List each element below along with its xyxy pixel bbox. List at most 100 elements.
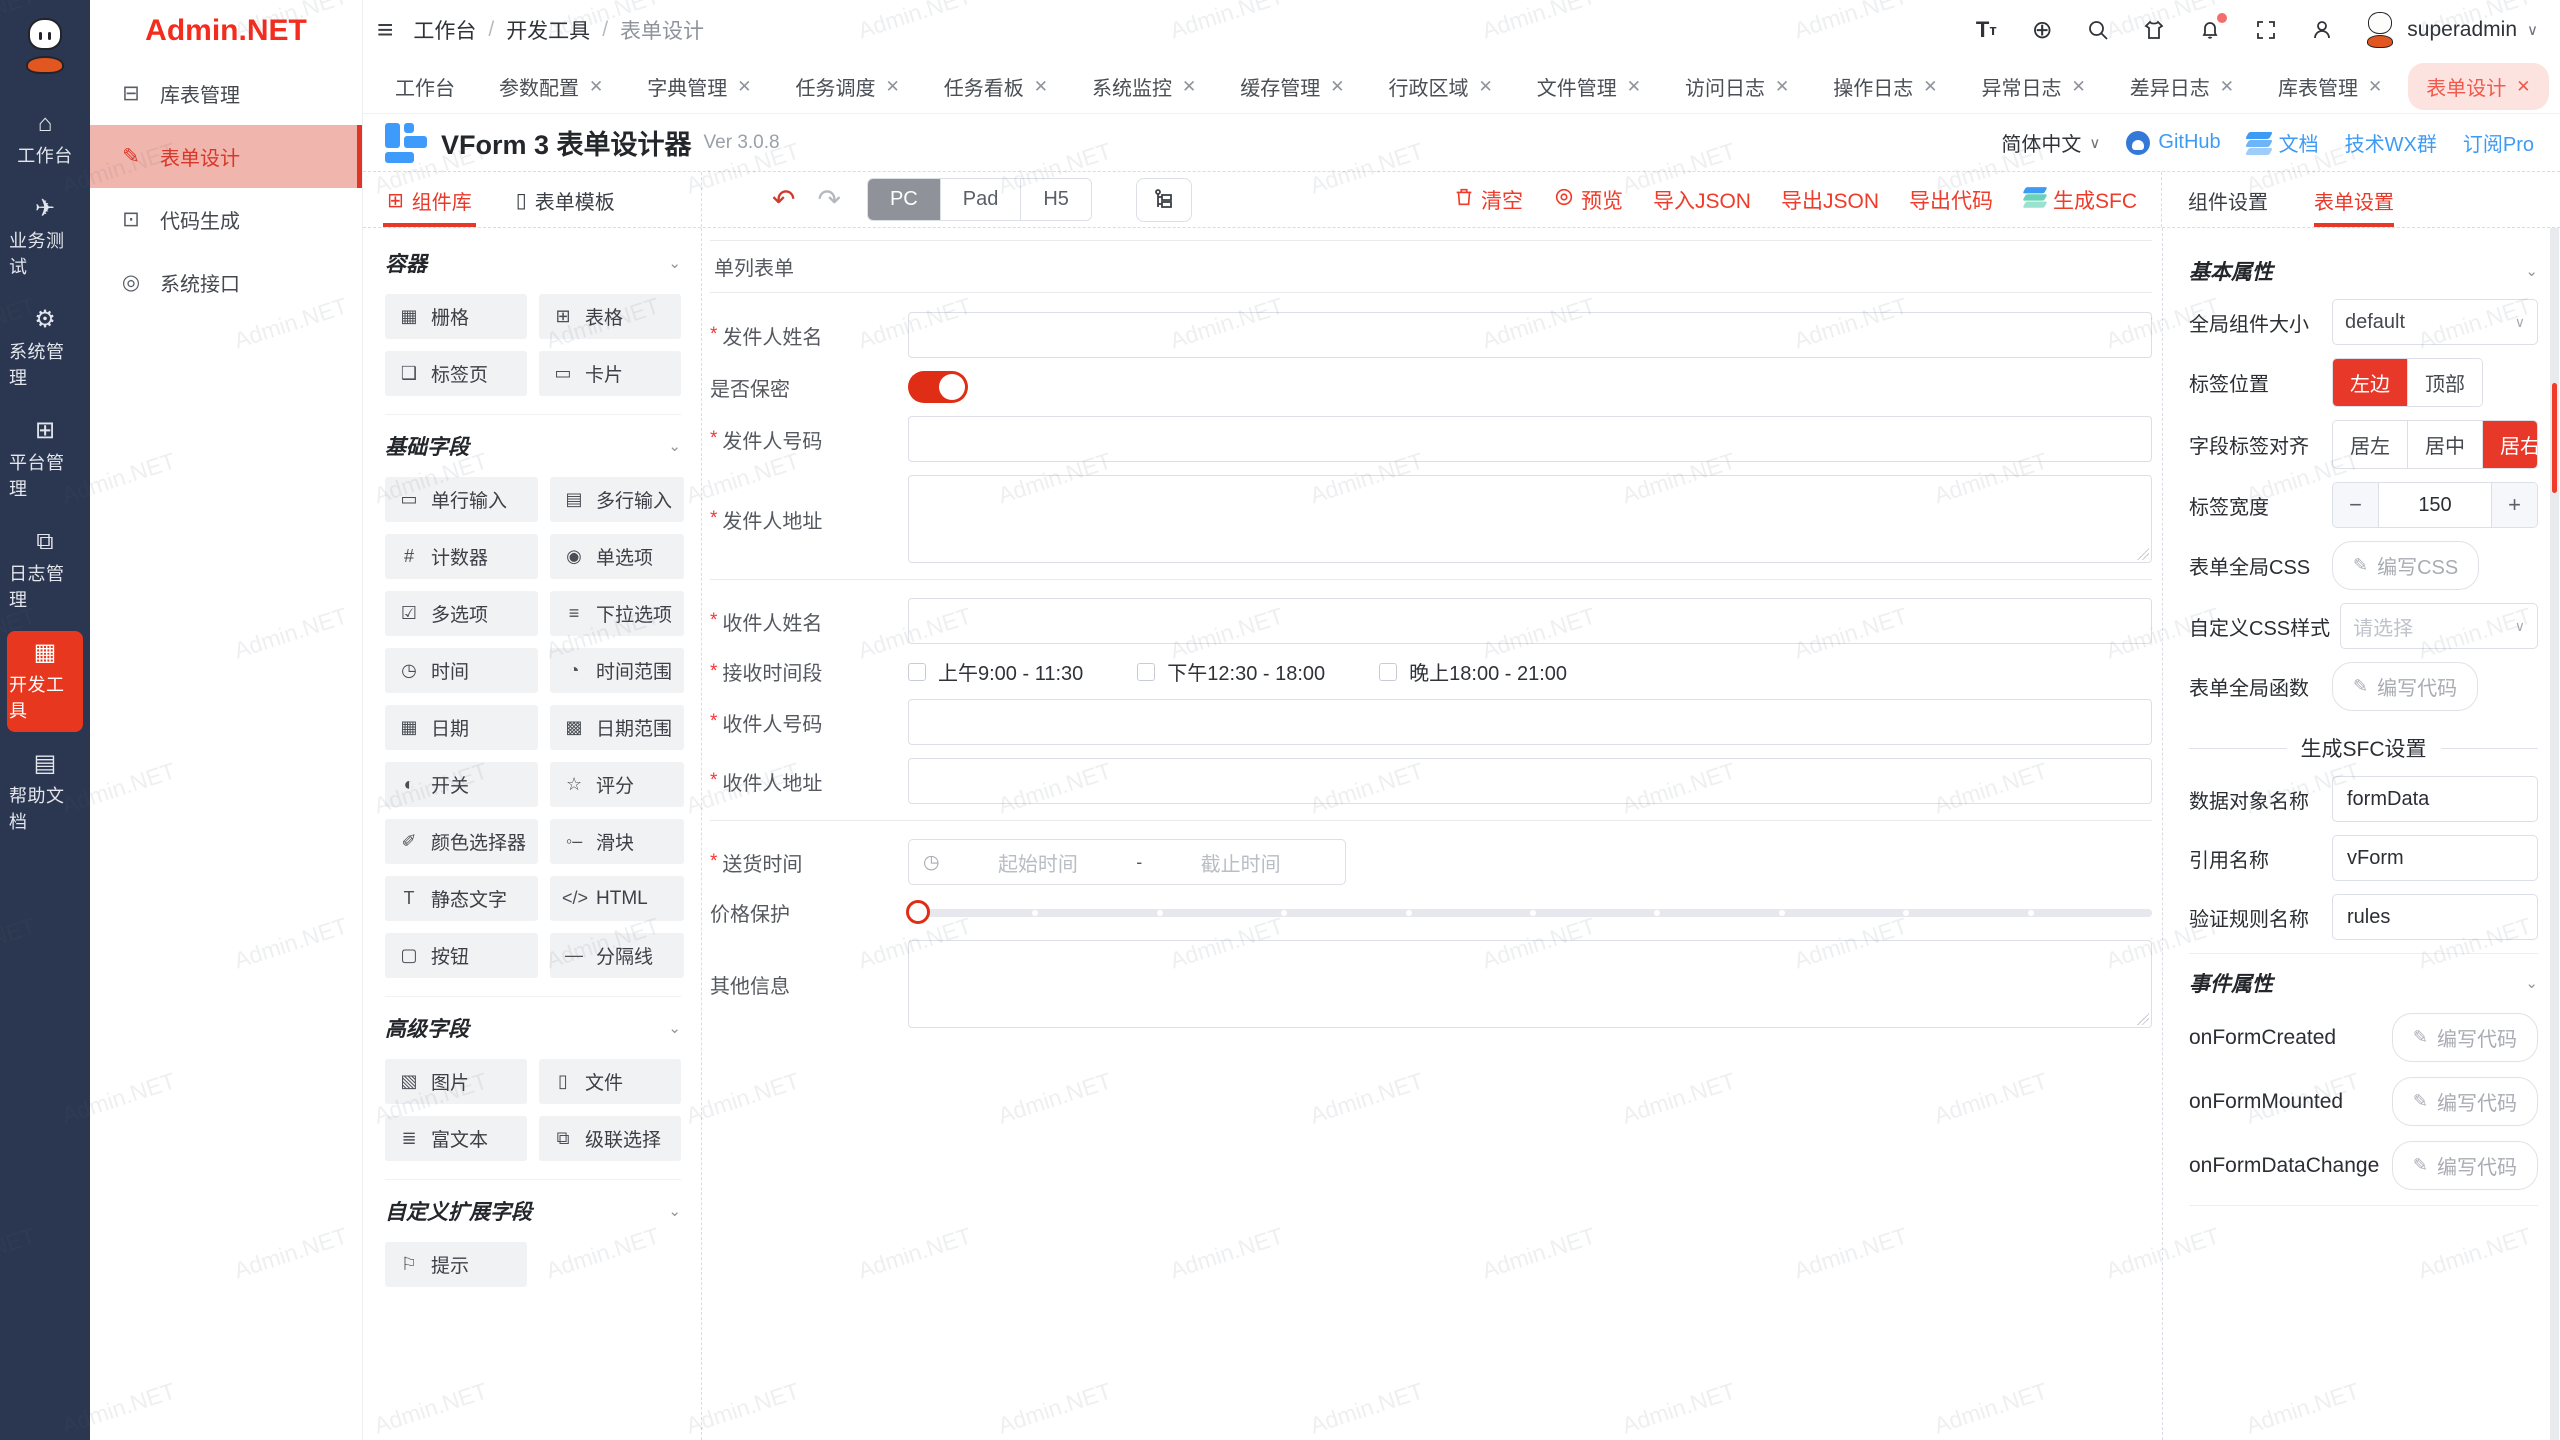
settings-section-header[interactable]: 基本属性⌄ <box>2189 256 2538 286</box>
rail-item-开发工具[interactable]: ▦开发工具 <box>7 631 83 732</box>
language-icon[interactable]: ⊕ <box>2027 15 2057 45</box>
rail-item-帮助文档[interactable]: ▤帮助文档 <box>7 742 83 843</box>
action-生成SFC[interactable]: 生成SFC <box>2023 185 2137 215</box>
view-tab-库表管理[interactable]: 库表管理✕ <box>2260 63 2400 110</box>
select-自定义CSS样式[interactable]: 请选择∨ <box>2340 603 2538 649</box>
form-field-收件人号码[interactable]: *收件人号码 <box>710 699 2152 745</box>
close-icon[interactable]: ✕ <box>1479 77 1493 97</box>
palette-widget-评分[interactable]: ☆评分 <box>550 762 684 807</box>
time-range-picker[interactable]: ◷起始时间-截止时间 <box>908 839 1346 885</box>
view-tab-文件管理[interactable]: 文件管理✕ <box>1519 63 1659 110</box>
view-tab-操作日志[interactable]: 操作日志✕ <box>1815 63 1955 110</box>
textarea-input[interactable] <box>908 940 2152 1028</box>
palette-widget-多行输入[interactable]: ▤多行输入 <box>550 477 684 522</box>
text-input[interactable] <box>908 416 2152 462</box>
input-引用名称[interactable]: vForm <box>2332 835 2538 881</box>
text-input[interactable] <box>908 758 2152 804</box>
close-icon[interactable]: ✕ <box>1923 77 1937 97</box>
user-menu[interactable]: superadmin ∨ <box>2363 12 2538 48</box>
code-button-表单全局函数[interactable]: ✎编写代码 <box>2332 662 2478 711</box>
select-全局组件大小[interactable]: default∨ <box>2332 299 2538 345</box>
fullscreen-icon[interactable] <box>2251 15 2281 45</box>
view-tab-访问日志[interactable]: 访问日志✕ <box>1667 63 1807 110</box>
form-field-发件人号码[interactable]: *发件人号码 <box>710 416 2152 462</box>
checkbox-option[interactable]: 晚上18:00 - 21:00 <box>1379 657 1567 686</box>
palette-widget-时间[interactable]: ◷时间 <box>385 648 538 693</box>
stepper-increase-button[interactable]: + <box>2491 483 2537 527</box>
checkbox-option[interactable]: 下午12:30 - 18:00 <box>1137 657 1325 686</box>
view-tab-字典管理[interactable]: 字典管理✕ <box>629 63 769 110</box>
github-link[interactable]: GitHub <box>2126 131 2220 155</box>
palette-widget-多选项[interactable]: ☑多选项 <box>385 591 538 636</box>
close-icon[interactable]: ✕ <box>2220 77 2234 97</box>
stepper-decrease-button[interactable]: − <box>2333 483 2379 527</box>
view-tab-表单设计[interactable]: 表单设计✕ <box>2408 63 2548 110</box>
form-field-收件人姓名[interactable]: *收件人姓名 <box>710 598 2152 644</box>
rail-item-工作台[interactable]: ⌂工作台 <box>7 102 83 177</box>
sidebar-item-系统接口[interactable]: ◎系统接口 <box>90 251 362 314</box>
close-icon[interactable]: ✕ <box>2368 77 2382 97</box>
slider-handle[interactable] <box>906 900 930 924</box>
breadcrumb-item[interactable]: 工作台 <box>413 15 476 45</box>
close-icon[interactable]: ✕ <box>1330 77 1344 97</box>
subscribe-pro-link[interactable]: 订阅Pro <box>2463 128 2534 157</box>
app-logo[interactable] <box>0 0 90 92</box>
checkbox-option[interactable]: 上午9:00 - 11:30 <box>908 657 1083 686</box>
palette-widget-计数器[interactable]: #计数器 <box>385 534 538 579</box>
form-field-送货时间[interactable]: *送货时间◷起始时间-截止时间 <box>710 839 2152 885</box>
form-canvas[interactable]: 单列表单 *发件人姓名是否保密*发件人号码*发件人地址*收件人姓名*接收时间段上… <box>702 228 2162 1440</box>
palette-widget-开关[interactable]: ◐开关 <box>385 762 538 807</box>
form-field-是否保密[interactable]: 是否保密 <box>710 371 2152 403</box>
segment-button-居右[interactable]: 居右 <box>2483 421 2538 468</box>
collapse-menu-icon[interactable]: ≡ <box>377 14 393 46</box>
close-icon[interactable]: ✕ <box>589 77 603 97</box>
palette-widget-静态文字[interactable]: T静态文字 <box>385 876 538 921</box>
device-button-PC[interactable]: PC <box>868 179 941 220</box>
palette-section-header[interactable]: 基础字段⌄ <box>385 431 681 461</box>
palette-widget-日期范围[interactable]: ▩日期范围 <box>550 705 684 750</box>
palette-widget-时间范围[interactable]: ◔时间范围 <box>550 648 684 693</box>
action-导入JSON[interactable]: 导入JSON <box>1653 185 1751 215</box>
view-tab-系统监控[interactable]: 系统监控✕ <box>1074 63 1214 110</box>
input-验证规则名称[interactable]: rules <box>2332 894 2538 940</box>
code-button-表单全局CSS[interactable]: ✎编写CSS <box>2332 541 2479 590</box>
palette-widget-滑块[interactable]: ◦–滑块 <box>550 819 684 864</box>
close-icon[interactable]: ✕ <box>1034 77 1048 97</box>
form-title-widget[interactable]: 单列表单 <box>710 240 2152 293</box>
segment-button-左边[interactable]: 左边 <box>2333 359 2408 406</box>
view-tab-工作台[interactable]: 工作台 <box>377 63 473 110</box>
palette-section-header[interactable]: 容器⌄ <box>385 248 681 278</box>
palette-widget-日期[interactable]: ▦日期 <box>385 705 538 750</box>
segment-button-居中[interactable]: 居中 <box>2408 421 2483 468</box>
view-tab-参数配置[interactable]: 参数配置✕ <box>481 63 621 110</box>
settings-section-header[interactable]: 事件属性⌄ <box>2189 968 2538 998</box>
rail-item-系统管理[interactable]: ⚙系统管理 <box>7 298 83 399</box>
device-button-H5[interactable]: H5 <box>1021 179 1091 220</box>
segment-button-顶部[interactable]: 顶部 <box>2408 359 2482 406</box>
text-input[interactable] <box>908 312 2152 358</box>
switch-toggle-on[interactable] <box>908 371 968 403</box>
profile-icon[interactable] <box>2307 15 2337 45</box>
close-icon[interactable]: ✕ <box>1627 77 1641 97</box>
form-field-收件人地址[interactable]: *收件人地址 <box>710 758 2152 804</box>
undo-button[interactable]: ↶ <box>772 183 795 216</box>
theme-icon[interactable] <box>2139 15 2169 45</box>
segment-button-居左[interactable]: 居左 <box>2333 421 2408 468</box>
text-input[interactable] <box>908 699 2152 745</box>
rail-item-日志管理[interactable]: ⧉日志管理 <box>7 520 83 621</box>
close-icon[interactable]: ✕ <box>886 77 900 97</box>
action-导出代码[interactable]: 导出代码 <box>1909 185 1993 215</box>
sidebar-item-代码生成[interactable]: ⊡代码生成 <box>90 188 362 251</box>
rail-item-平台管理[interactable]: ⊞平台管理 <box>7 409 83 510</box>
text-input[interactable] <box>908 598 2152 644</box>
wx-group-link[interactable]: 技术WX群 <box>2345 128 2437 157</box>
redo-button[interactable]: ↷ <box>817 183 840 216</box>
palette-widget-颜色选择器[interactable]: ✐颜色选择器 <box>385 819 538 864</box>
code-button-onFormCreated[interactable]: ✎编写代码 <box>2392 1013 2538 1062</box>
palette-widget-富文本[interactable]: ≣富文本 <box>385 1116 527 1161</box>
palette-widget-栅格[interactable]: ▦栅格 <box>385 294 527 339</box>
code-button-onFormDataChange[interactable]: ✎编写代码 <box>2392 1141 2538 1190</box>
close-icon[interactable]: ✕ <box>1182 77 1196 97</box>
palette-section-header[interactable]: 自定义扩展字段⌄ <box>385 1196 681 1226</box>
palette-widget-卡片[interactable]: ▭卡片 <box>539 351 681 396</box>
